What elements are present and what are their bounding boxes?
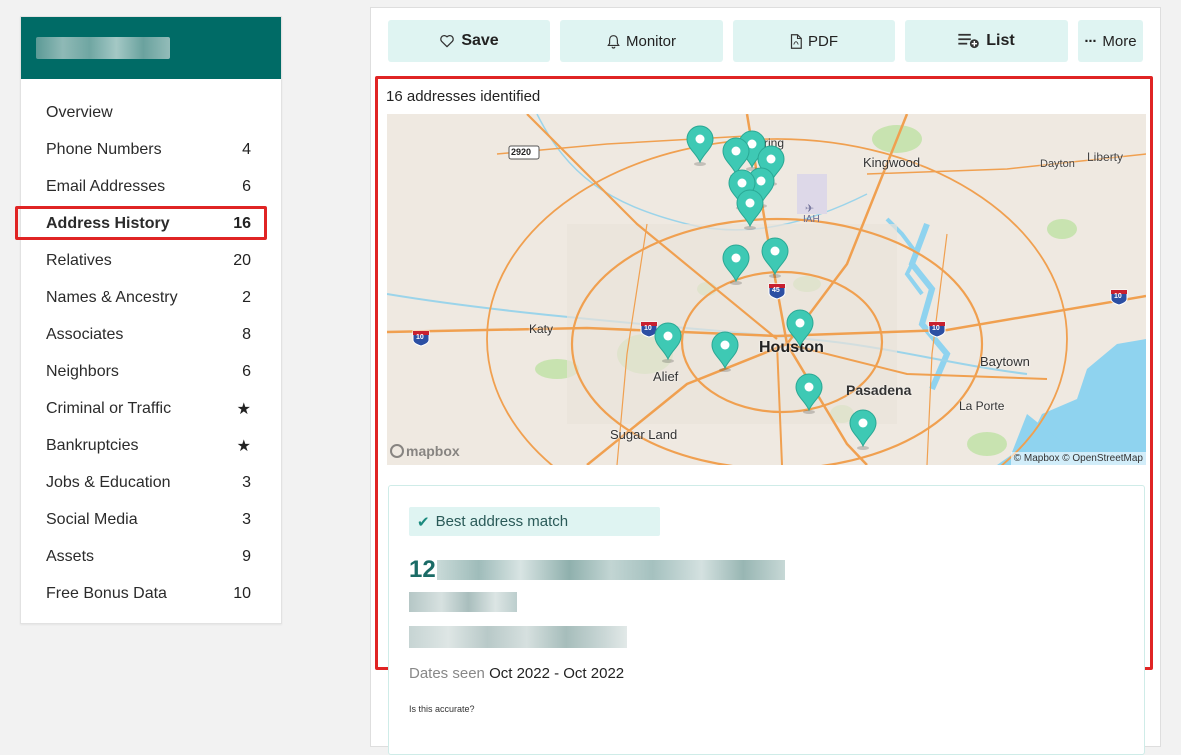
sidebar: Overview Phone Numbers 4 Email Addresses 6…	[15, 16, 282, 624]
dates-seen: Dates seen Oct 2022 - Oct 2022	[409, 665, 624, 682]
more-label: More	[1102, 32, 1137, 50]
heart-icon	[440, 34, 455, 48]
map-pin	[654, 322, 682, 364]
sidebar-item-count: 6	[242, 177, 251, 195]
best-match-label: Best address match	[435, 513, 569, 530]
sidebar-item-relatives[interactable]: Relatives 20	[21, 242, 281, 279]
map-pin	[711, 331, 739, 373]
monitor-label: Monitor	[625, 32, 677, 50]
sidebar-item-count: 3	[242, 473, 251, 491]
sidebar-item-count: 20	[233, 251, 251, 269]
best-match-badge: ✔ Best address match	[409, 507, 660, 536]
map-pins	[654, 125, 877, 451]
sidebar-item-count: 6	[242, 362, 251, 380]
sidebar-item-label: Assets	[46, 547, 95, 565]
save-button[interactable]: Save	[388, 20, 550, 62]
sidebar-item-email-addresses[interactable]: Email Addresses 6	[21, 168, 281, 205]
star-icon: ★	[236, 400, 251, 418]
sidebar-item-social-media[interactable]: Social Media 3	[21, 501, 281, 538]
best-address-card: ✔ Best address match 12 Dates seen Oct 2…	[388, 485, 1145, 755]
save-label: Save	[461, 32, 499, 49]
sidebar-item-count: 4	[242, 140, 251, 158]
sidebar-item-jobs-education[interactable]: Jobs & Education 3	[21, 464, 281, 501]
sidebar-item-count: 10	[233, 584, 251, 602]
sidebar-item-criminal-traffic[interactable]: Criminal or Traffic ★	[21, 390, 281, 427]
map-pin	[686, 125, 714, 167]
sidebar-item-address-history[interactable]: Address History 16	[15, 205, 281, 242]
redacted-street	[437, 560, 785, 580]
sidebar-item-label: Phone Numbers	[46, 140, 162, 158]
list-label: List	[986, 32, 1015, 49]
sidebar-item-bankruptcies[interactable]: Bankruptcies ★	[21, 427, 281, 464]
bell-icon	[607, 34, 620, 49]
mapbox-logo[interactable]: mapbox	[390, 443, 460, 459]
sidebar-item-label: Free Bonus Data	[46, 584, 167, 602]
active-highlight-outline	[15, 206, 267, 240]
sidebar-item-free-bonus-data[interactable]: Free Bonus Data 10	[21, 575, 281, 612]
redacted-name	[36, 37, 170, 59]
pdf-icon	[790, 33, 802, 49]
redacted-line-2	[409, 592, 517, 612]
sidebar-item-label: Bankruptcies	[46, 436, 139, 454]
sidebar-item-label: Criminal or Traffic	[46, 399, 172, 417]
sidebar-item-label: Social Media	[46, 510, 138, 528]
sidebar-item-label: Email Addresses	[46, 177, 166, 195]
mapbox-logo-icon	[390, 444, 404, 458]
main-panel: Save Monitor PDF List ··· More 16 addres…	[370, 7, 1161, 755]
map-pin	[795, 373, 823, 415]
sidebar-item-label: Jobs & Education	[46, 473, 171, 491]
star-icon: ★	[236, 437, 251, 455]
sidebar-item-associates[interactable]: Associates 8	[21, 316, 281, 353]
accuracy-question: Is this accurate?	[409, 704, 475, 714]
map-attribution[interactable]: © Mapbox © OpenStreetMap	[1010, 452, 1146, 465]
address-count: 16 addresses identified	[386, 88, 541, 105]
sidebar-nav: Overview Phone Numbers 4 Email Addresses 6…	[15, 79, 281, 612]
mapbox-logo-text: mapbox	[406, 443, 460, 459]
list-button[interactable]: List	[905, 20, 1068, 62]
sidebar-header	[21, 17, 281, 79]
sidebar-item-label: Associates	[46, 325, 124, 343]
ellipsis-icon: ···	[1084, 32, 1097, 50]
sidebar-item-overview[interactable]: Overview	[21, 94, 281, 131]
sidebar-item-neighbors[interactable]: Neighbors 6	[21, 353, 281, 390]
sidebar-item-label: Names & Ancestry	[46, 288, 178, 306]
sidebar-item-label: Relatives	[46, 251, 112, 269]
checkmark-icon: ✔	[417, 513, 430, 531]
monitor-button[interactable]: Monitor	[560, 20, 723, 62]
map-pin	[761, 237, 789, 279]
toolbar: Save Monitor PDF List ··· More	[388, 20, 1143, 62]
dates-seen-value: Oct 2022 - Oct 2022	[489, 665, 625, 682]
pdf-button[interactable]: PDF	[733, 20, 895, 62]
list-add-icon	[958, 33, 980, 49]
map-pin	[736, 189, 764, 231]
redacted-line-3	[409, 626, 627, 648]
map-pin	[722, 244, 750, 286]
pdf-label: PDF	[808, 32, 838, 50]
sidebar-item-count: 2	[242, 288, 251, 306]
more-button[interactable]: ··· More	[1078, 20, 1143, 62]
map-pin	[786, 309, 814, 351]
sidebar-item-label: Neighbors	[46, 362, 119, 380]
dates-seen-label: Dates seen	[409, 665, 485, 682]
sidebar-item-count: 9	[242, 547, 251, 565]
sidebar-item-assets[interactable]: Assets 9	[21, 538, 281, 575]
sidebar-item-count: 8	[242, 325, 251, 343]
map-pin	[849, 409, 877, 451]
sidebar-item-phone-numbers[interactable]: Phone Numbers 4	[21, 131, 281, 168]
sidebar-item-names-ancestry[interactable]: Names & Ancestry 2	[21, 279, 281, 316]
address-map[interactable]: ✈ Houston Pasadena Kingwood Dayton Liber…	[387, 114, 1146, 465]
address-number: 12	[409, 556, 436, 583]
sidebar-item-label: Overview	[46, 103, 113, 121]
sidebar-item-count: 3	[242, 510, 251, 528]
